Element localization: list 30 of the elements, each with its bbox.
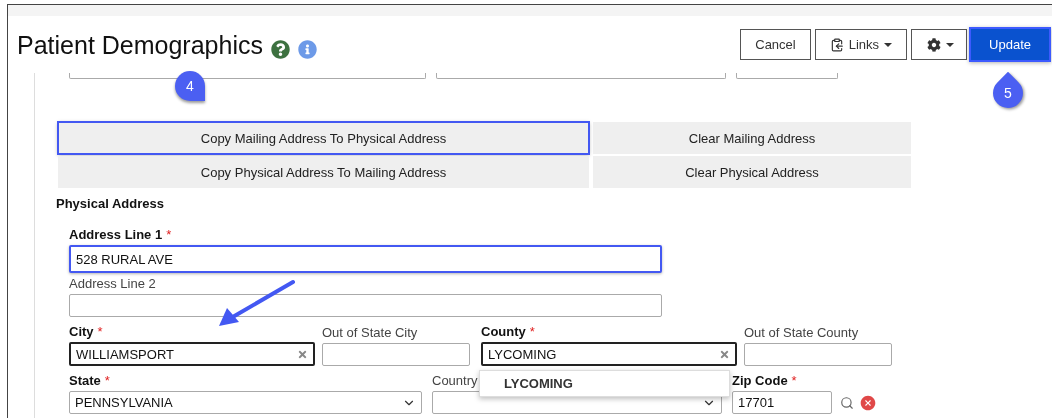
required-marker: * — [104, 373, 110, 388]
required-marker: * — [529, 324, 535, 339]
field-label-text: Out of State County — [744, 325, 859, 340]
field-label-text: City — [69, 324, 94, 339]
section-title: Physical Address — [56, 196, 165, 211]
cancel-button[interactable]: Cancel — [740, 29, 811, 60]
field-label-text: County — [481, 324, 526, 339]
input-field[interactable]: WILLIAMSPORT — [69, 342, 315, 366]
field-label-text: State — [69, 373, 101, 388]
required-marker: * — [166, 227, 172, 242]
field-label-text: Zip Code — [732, 373, 788, 388]
field-label-text: Out of State City — [322, 325, 418, 340]
input-field[interactable]: LYCOMING — [481, 342, 737, 366]
page-title: Patient Demographics — [17, 30, 263, 60]
select-field[interactable]: PENNSYLVANIA — [69, 391, 422, 414]
suggestion-item[interactable]: LYCOMING — [504, 376, 573, 391]
address-action-button[interactable]: Clear Physical Address — [593, 156, 911, 188]
update-button[interactable]: Update — [971, 29, 1049, 60]
field-label-text: Country — [432, 373, 478, 388]
address-action-button[interactable]: Copy Mailing Address To Physical Address — [58, 122, 589, 154]
input-field[interactable]: 528 RURAL AVE — [69, 245, 662, 273]
required-marker: * — [97, 324, 103, 339]
address-action-button[interactable]: Copy Physical Address To Mailing Address — [58, 156, 589, 188]
field-label-text: Address Line 2 — [69, 276, 156, 291]
field-label-text: Address Line 1 — [69, 227, 163, 242]
required-marker: * — [791, 373, 797, 388]
step-badge: 4 — [175, 71, 205, 101]
address-action-button[interactable]: Clear Mailing Address — [593, 122, 911, 154]
input-field[interactable]: 17701 — [732, 391, 832, 414]
links-button[interactable]: Links — [814, 29, 908, 60]
